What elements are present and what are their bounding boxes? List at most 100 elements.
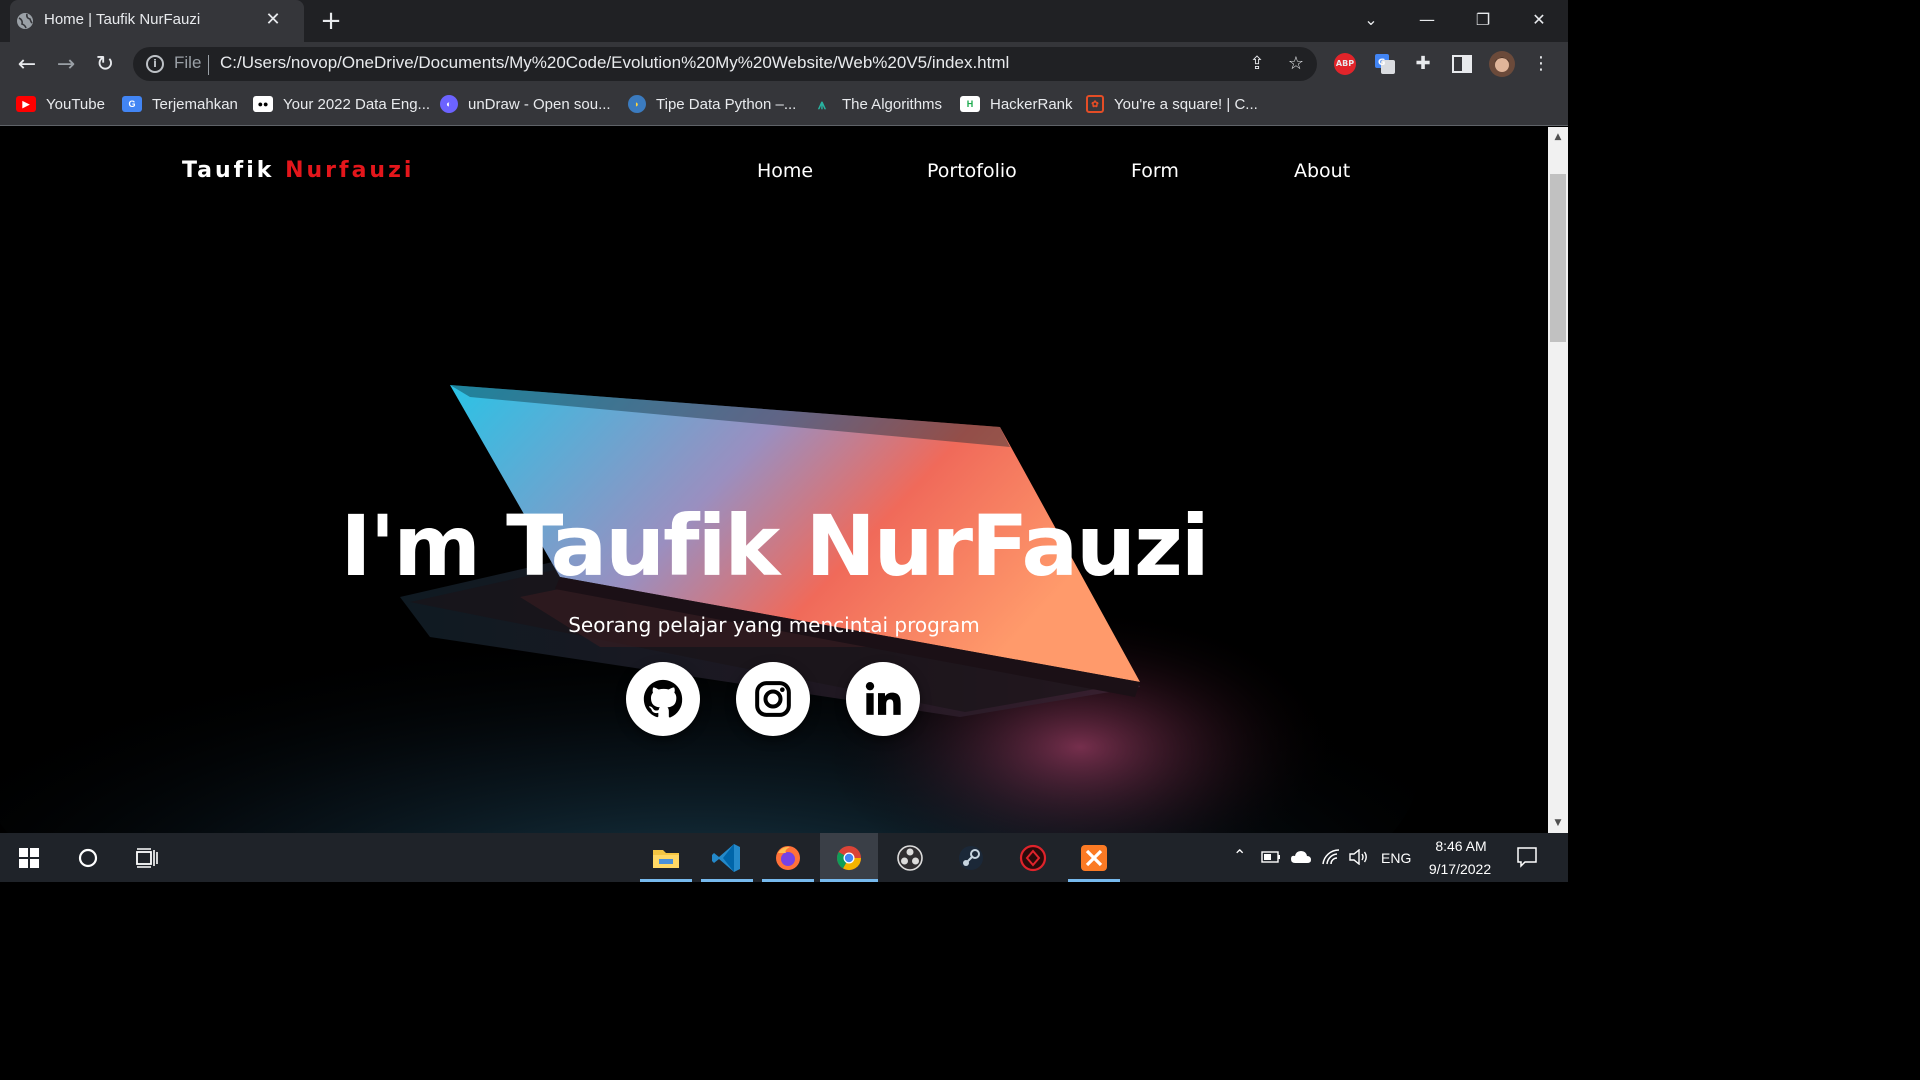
new-tab-button[interactable]: +	[318, 8, 344, 34]
xampp-icon	[1081, 845, 1107, 871]
square-icon: ✿	[1086, 95, 1104, 113]
bookmark-label: unDraw - Open sou...	[468, 95, 611, 113]
nav-about[interactable]: About	[1294, 160, 1350, 182]
scroll-thumb[interactable]	[1550, 174, 1566, 342]
red-gear-icon	[1019, 844, 1047, 872]
minimize-button[interactable]: —	[1407, 6, 1447, 34]
notification-icon[interactable]	[1516, 846, 1538, 868]
info-icon[interactable]: i	[146, 55, 164, 73]
language-indicator[interactable]: ENG	[1381, 850, 1411, 866]
windows-start-icon[interactable]	[19, 848, 39, 868]
vscode-icon	[712, 844, 740, 872]
taskbar-vscode[interactable]	[707, 838, 747, 878]
url-text[interactable]: C:/Users/novop/OneDrive/Documents/My%20C…	[220, 53, 1009, 73]
taskbar-red-app[interactable]	[1013, 838, 1053, 878]
obs-icon	[897, 845, 923, 871]
taskbar-file-explorer[interactable]	[646, 838, 686, 878]
taskbar-steam[interactable]	[951, 838, 991, 878]
bookmark-label: You're a square! | C...	[1114, 95, 1258, 113]
nav-home[interactable]: Home	[757, 160, 813, 182]
instagram-icon	[755, 681, 791, 717]
tab-title: Home | Taufik NurFauzi	[44, 11, 201, 28]
side-panel-icon[interactable]	[1452, 55, 1472, 73]
bookmark-youtube[interactable]: ▶ YouTube	[16, 92, 105, 116]
onedrive-icon[interactable]	[1290, 849, 1312, 865]
active-indicator	[762, 879, 814, 882]
bookmark-label: HackerRank	[990, 95, 1073, 113]
scroll-down-arrow[interactable]: ▼	[1548, 815, 1568, 831]
taskbar-xampp[interactable]	[1074, 838, 1114, 878]
instagram-link[interactable]	[736, 662, 810, 736]
brand-first: Taufik	[182, 158, 275, 183]
nav-portofolio[interactable]: Portofolio	[927, 160, 1017, 182]
hero-title: I'm Taufik NurFauzi	[340, 497, 1209, 595]
linkedin-link[interactable]	[846, 662, 920, 736]
back-button[interactable]: ←	[14, 52, 40, 78]
restore-button[interactable]: ❐	[1463, 6, 1503, 34]
hackerrank-icon: H	[960, 96, 980, 112]
forward-button[interactable]: →	[53, 52, 79, 78]
task-view-icon[interactable]	[135, 846, 159, 870]
close-window-button[interactable]: ✕	[1519, 6, 1559, 34]
taskbar-firefox[interactable]	[768, 838, 808, 878]
bookmark-label: Your 2022 Data Eng...	[283, 95, 431, 113]
search-icon[interactable]	[77, 847, 99, 869]
bookmark-label: Terjemahkan	[152, 95, 238, 113]
menu-icon[interactable]: ⋮	[1530, 53, 1552, 75]
active-indicator	[820, 879, 878, 882]
github-icon	[643, 679, 683, 718]
python-icon: ◗	[628, 95, 646, 113]
hero-subtitle: Seorang pelajar yang mencintai program	[568, 613, 980, 637]
bookmark-translate[interactable]: G Terjemahkan	[122, 92, 238, 116]
firefox-icon	[776, 846, 800, 870]
folder-icon	[653, 850, 679, 868]
profile-avatar[interactable]	[1489, 51, 1515, 77]
google-translate-ext-icon[interactable]: G	[1374, 53, 1396, 75]
bookmark-python[interactable]: ◗ Tipe Data Python –...	[628, 92, 796, 116]
bookmark-label: YouTube	[46, 95, 105, 113]
scroll-up-arrow[interactable]: ▲	[1548, 129, 1568, 145]
taskbar-obs[interactable]	[890, 838, 930, 878]
taskbar-chrome[interactable]	[829, 838, 869, 878]
adblock-icon[interactable]: ABP	[1334, 53, 1356, 75]
share-icon[interactable]: ⇪	[1246, 53, 1268, 75]
scheme-label: File	[174, 53, 202, 72]
chrome-icon	[836, 846, 861, 871]
algorithms-icon: ⩚	[818, 96, 826, 112]
tab-search-icon[interactable]: ⌄	[1351, 6, 1391, 34]
bookmark-medium[interactable]: ●● Your 2022 Data Eng...	[253, 92, 430, 116]
volume-icon[interactable]	[1349, 849, 1369, 865]
google-translate-icon: G	[122, 96, 142, 112]
bookmark-undraw[interactable]: ◐ unDraw - Open sou...	[440, 92, 611, 116]
address-separator	[208, 55, 209, 75]
globe-icon	[17, 13, 33, 29]
clock-date[interactable]: 9/17/2022	[1424, 861, 1496, 877]
bookmark-hackerrank[interactable]: H HackerRank	[960, 92, 1073, 116]
wifi-icon[interactable]	[1321, 848, 1341, 866]
bookmark-star-icon[interactable]: ☆	[1285, 53, 1307, 75]
bookmark-label: The Algorithms	[842, 95, 943, 113]
active-indicator	[640, 879, 692, 882]
linkedin-icon	[865, 682, 901, 715]
tab-close-icon[interactable]: ✕	[262, 9, 284, 31]
medium-icon: ●●	[253, 96, 273, 112]
battery-icon[interactable]	[1261, 850, 1281, 864]
site-brand[interactable]: Taufik Nurfauzi	[182, 158, 414, 183]
bookmark-label: Tipe Data Python –...	[656, 95, 797, 113]
clock-time[interactable]: 8:46 AM	[1430, 838, 1492, 854]
nav-form[interactable]: Form	[1131, 160, 1179, 182]
svg-text:G: G	[1378, 58, 1385, 68]
youtube-icon: ▶	[16, 96, 36, 112]
extensions-icon[interactable]: ✚	[1412, 53, 1434, 75]
active-indicator	[1068, 879, 1120, 882]
show-hidden-icons[interactable]: ⌃	[1233, 846, 1246, 866]
bookmark-algorithms[interactable]: ⩚ The Algorithms	[812, 92, 942, 116]
steam-icon	[959, 846, 983, 870]
active-indicator	[701, 879, 753, 882]
reload-button[interactable]: ↻	[92, 52, 118, 78]
web-page: Taufik Nurfauzi Home Portofolio Form Abo…	[0, 127, 1548, 833]
brand-second: Nurfauzi	[285, 158, 415, 183]
github-link[interactable]	[626, 662, 700, 736]
bookmark-square[interactable]: ✿ You're a square! | C...	[1086, 92, 1258, 116]
undraw-icon: ◐	[440, 95, 458, 113]
